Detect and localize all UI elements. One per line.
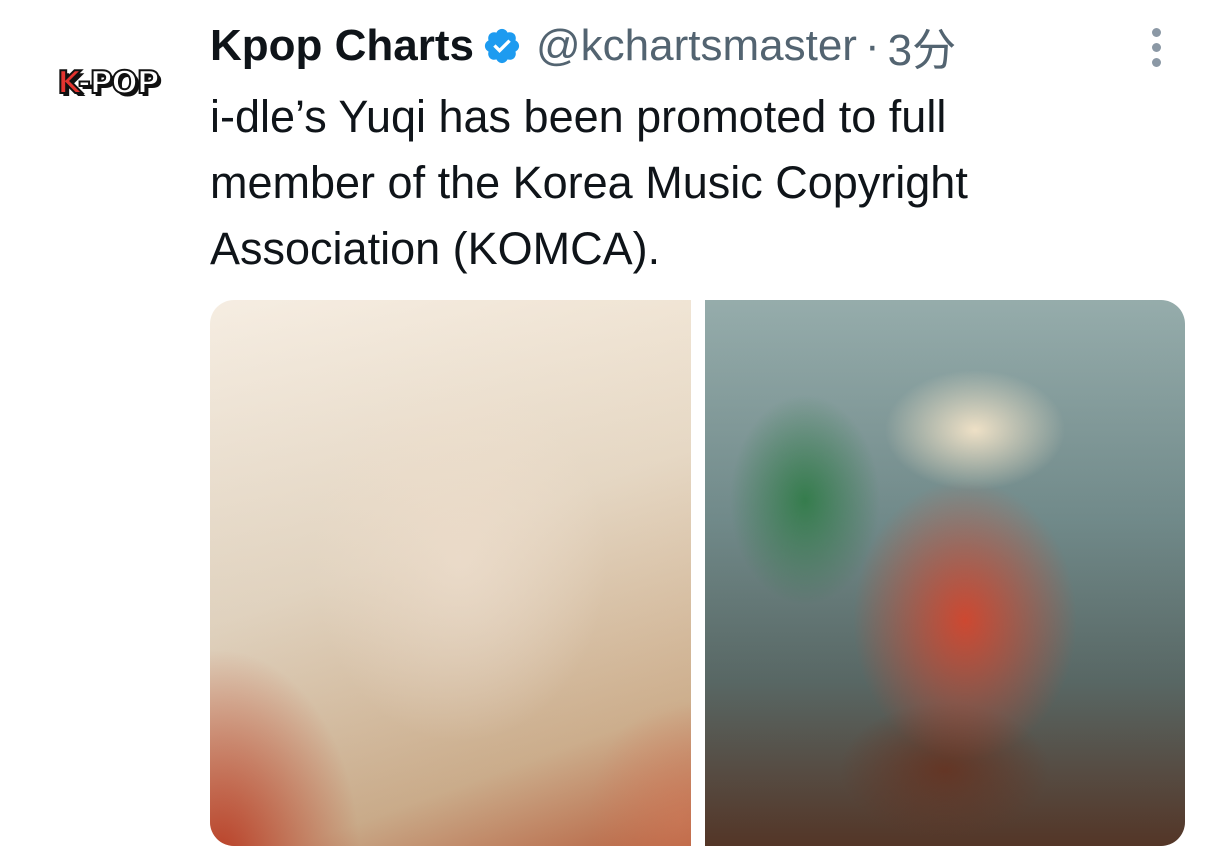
photo-full-body[interactable] [704, 300, 1185, 846]
more-options-icon [1151, 27, 1161, 37]
photo-overlay [704, 300, 1185, 846]
separator-dot: · [864, 21, 880, 70]
user-handle[interactable]: @kchartsmaster [536, 21, 857, 71]
display-name[interactable]: Kpop Charts [210, 21, 474, 71]
more-options-dot [1151, 57, 1161, 67]
kpop-logo: K-POP [56, 64, 161, 102]
verified-badge-icon [482, 26, 522, 66]
photo-overlay [210, 300, 691, 846]
tweet-header: Kpop Charts @kchartsmaster · 3分 [210, 18, 956, 75]
tweet-text: i-dle’s Yuqi has been promoted to full m… [210, 91, 968, 274]
logo-k-letter: K [56, 64, 79, 102]
logo-pop-text: -POP [77, 64, 161, 102]
avatar[interactable]: K-POP [38, 58, 178, 108]
photo-closeup[interactable] [210, 300, 691, 846]
more-options-button[interactable] [1136, 22, 1176, 72]
more-options-dot [1151, 42, 1161, 52]
timestamp[interactable]: 3分 [888, 14, 956, 78]
media-grid [210, 300, 1185, 846]
